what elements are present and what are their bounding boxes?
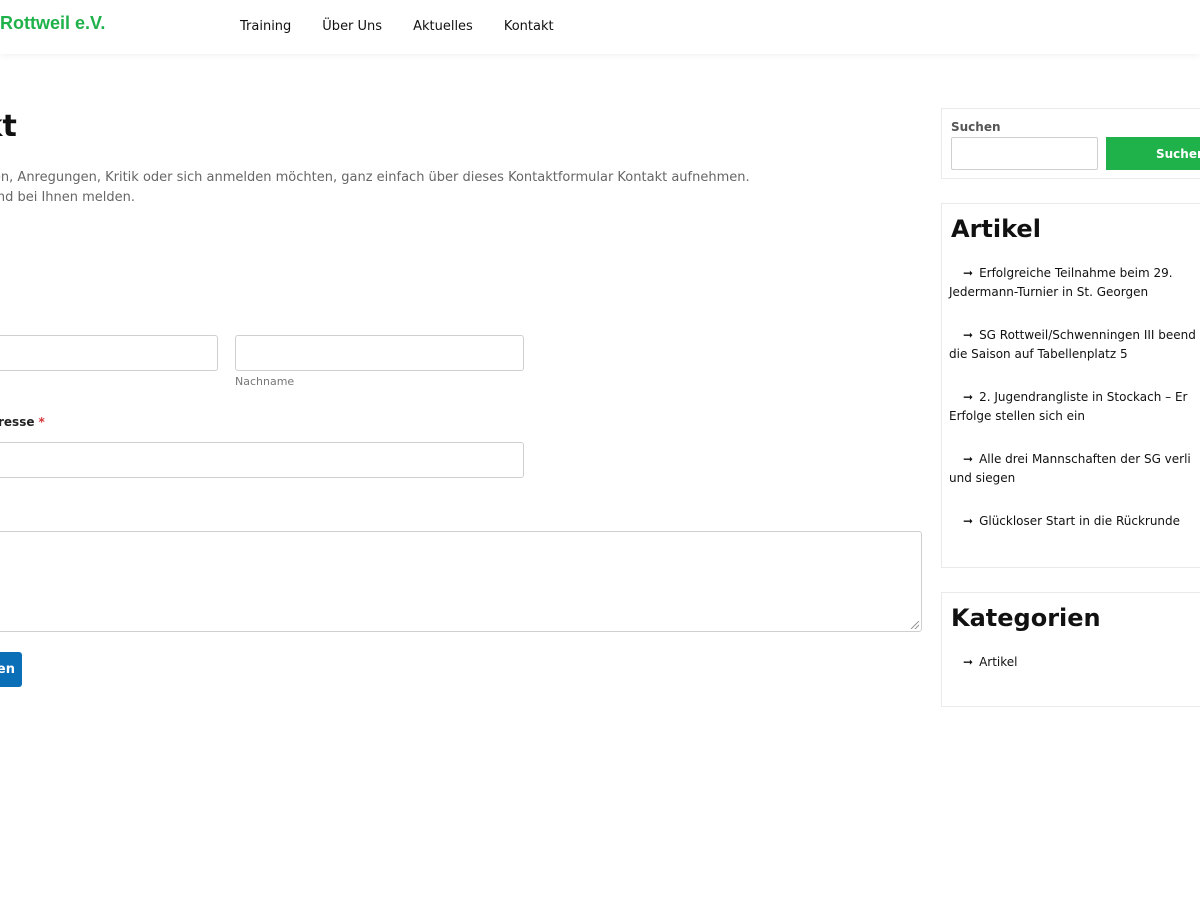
article-link[interactable]: ➞ Erfolgreiche Teilnahme beim 29. Jederman… [949, 264, 1200, 302]
article-link[interactable]: ➞ Glückloser Start in die Rückrunde [963, 512, 1200, 531]
message-textarea[interactable] [0, 531, 922, 632]
email-label: resse * [0, 414, 45, 430]
article-line: Erfolgreiche Teilnahme beim 29. [979, 266, 1173, 280]
article-line: Erfolge stellen sich ein [949, 409, 1085, 423]
nav-item-kontakt[interactable]: Kontakt [504, 17, 554, 37]
search-input[interactable] [951, 137, 1098, 170]
search-widget: Suchen Suchen [941, 108, 1200, 179]
required-marker: * [38, 415, 45, 429]
article-line: 2. Jugendrangliste in Stockach – Er [979, 390, 1188, 404]
nav-item-aktuelles[interactable]: Aktuelles [413, 17, 473, 37]
intro-line-2: h bald jemand bei Ihnen melden. [0, 190, 136, 205]
article-line: Alle drei Mannschaften der SG verli [979, 452, 1191, 466]
articles-list: ➞ Erfolgreiche Teilnahme beim 29. Jederman… [949, 264, 1200, 555]
article-line: die Saison auf Tabellenplatz 5 [949, 347, 1128, 361]
firstname-input[interactable] [0, 335, 218, 371]
email-label-text: resse [0, 415, 35, 429]
article-line: und siegen [949, 471, 1016, 485]
site-header: Rottweil e.V. Training Über Uns Aktuelle… [0, 0, 1200, 54]
nav-item-training[interactable]: Training [240, 17, 291, 37]
search-button[interactable]: Suchen [1106, 137, 1200, 170]
main-content: takt Fragen haben, Anregungen, Kritik od… [0, 54, 930, 900]
article-line: Glückloser Start in die Rückrunde [979, 514, 1181, 528]
category-link[interactable]: ➞ Artikel [963, 653, 1200, 672]
article-line: SG Rottweil/Schwenningen III beend [979, 328, 1196, 342]
article-link[interactable]: ➞ SG Rottweil/Schwenningen III beend die S… [949, 326, 1200, 364]
submit-button[interactable]: en [0, 652, 22, 687]
articles-widget: Artikel ➞ Erfolgreiche Teilnahme beim 29.… [941, 203, 1200, 568]
arrow-right-icon: ➞ [963, 452, 974, 466]
arrow-right-icon: ➞ [963, 328, 974, 342]
lastname-sublabel: Nachname [235, 375, 295, 388]
resize-grip-icon[interactable] [911, 621, 919, 629]
intro-text: Fragen haben, Anregungen, Kritik oder si… [0, 168, 920, 208]
arrow-right-icon: ➞ [963, 514, 974, 528]
nav-item-ueber-uns[interactable]: Über Uns [322, 17, 382, 37]
email-input[interactable] [0, 442, 524, 478]
categories-title: Kategorien [951, 604, 1101, 632]
article-link[interactable]: ➞ Alle drei Mannschaften der SG verli und … [949, 450, 1200, 488]
arrow-right-icon: ➞ [963, 655, 974, 669]
arrow-right-icon: ➞ [963, 390, 974, 404]
articles-title: Artikel [951, 215, 1041, 243]
categories-widget: Kategorien ➞ Artikel [941, 592, 1200, 707]
site-logo[interactable]: Rottweil e.V. [0, 11, 150, 35]
category-label: Artikel [979, 655, 1018, 669]
categories-list: ➞ Artikel [963, 653, 1200, 696]
intro-line-1: Fragen haben, Anregungen, Kritik oder si… [0, 170, 750, 185]
search-label: Suchen [951, 120, 1001, 134]
lastname-input[interactable] [235, 335, 524, 371]
main-nav: Training Über Uns Aktuelles Kontakt [240, 17, 585, 37]
arrow-right-icon: ➞ [963, 266, 974, 280]
article-line: Jedermann-Turnier in St. Georgen [949, 285, 1149, 299]
article-link[interactable]: ➞ 2. Jugendrangliste in Stockach – Er Erfo… [949, 388, 1200, 426]
page-title: takt [0, 109, 17, 144]
